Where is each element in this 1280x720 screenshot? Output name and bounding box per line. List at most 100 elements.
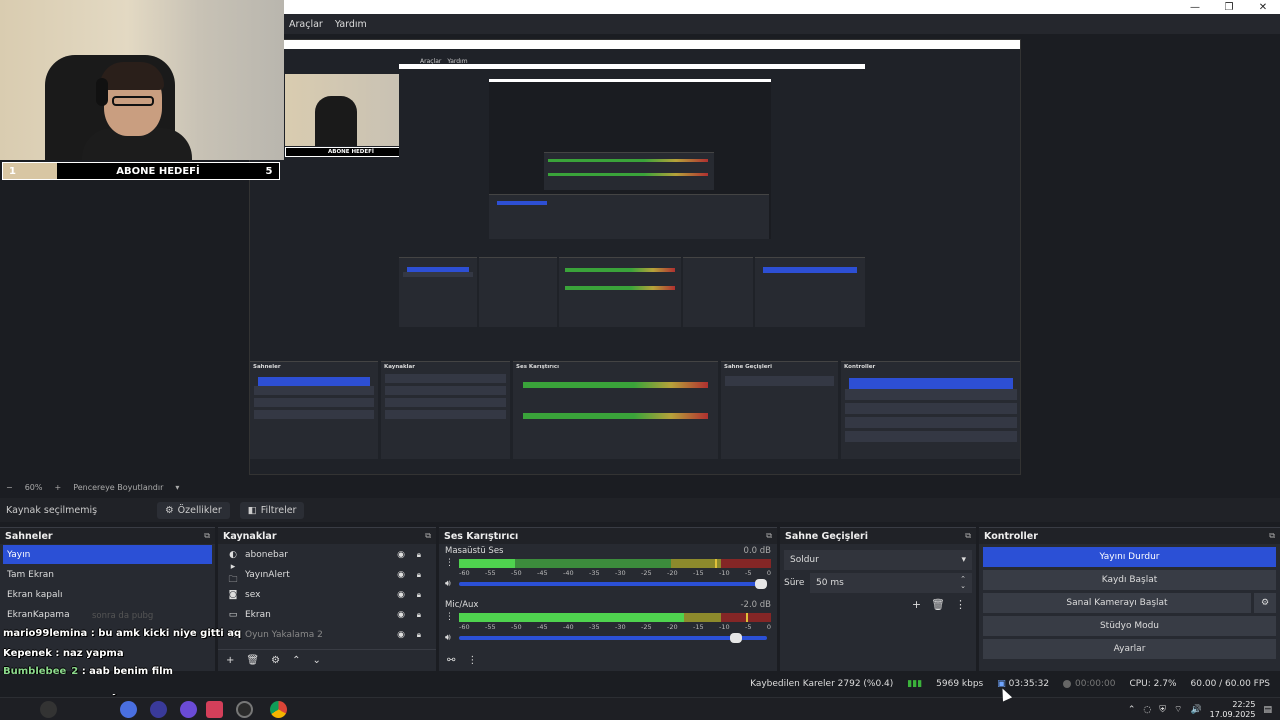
gear-icon[interactable]: ⚙ (271, 655, 280, 666)
meter-tick-label: -15 (693, 623, 704, 631)
meter-tick-label: -35 (589, 623, 600, 631)
source-item[interactable]: ▭ Ekran ◉ 🔒︎ (221, 605, 433, 624)
app-icon[interactable] (150, 701, 167, 718)
transition-select[interactable]: Soldur ▾ (784, 550, 972, 570)
source-item[interactable]: ▸🗀 YayınAlert ◉ 🔒︎ (221, 562, 433, 585)
nested-mixer-dock: Ses Karıştırıcı (513, 361, 718, 459)
volume-slider[interactable] (459, 579, 767, 589)
cpu-usage: CPU: 2.7% (1129, 679, 1177, 689)
nested-transitions-dock: Sahne Geçişleri (721, 361, 838, 459)
nested-scene-row (497, 201, 547, 205)
menu-tools[interactable]: Araçlar (289, 19, 323, 30)
settings-button[interactable]: Ayarlar (983, 639, 1276, 659)
volume-slider-handle[interactable] (730, 633, 743, 643)
lock-icon[interactable]: 🔒︎ (417, 590, 421, 600)
zoom-in-button[interactable]: + (54, 483, 61, 492)
volume-icon[interactable]: 🔊 (1190, 705, 1201, 715)
studio-mode-button[interactable]: Stüdyo Modu (983, 616, 1276, 636)
signal-icon: ▮▮▮ (907, 679, 923, 689)
more-icon[interactable]: ⋮ (445, 558, 454, 568)
fit-to-window-label[interactable]: Pencereye Boyutlandır (73, 483, 163, 492)
more-icon[interactable]: ⋮ (955, 598, 966, 611)
undock-icon[interactable]: ⧉ (425, 531, 431, 541)
menu-help[interactable]: Yardım (335, 19, 367, 30)
zoom-out-button[interactable]: − (6, 483, 13, 492)
source-item[interactable]: ◙ sex ◉ 🔒︎ (221, 585, 433, 604)
start-recording-button[interactable]: Kaydı Başlat (983, 570, 1276, 590)
lock-icon[interactable]: 🔒︎ (417, 570, 421, 580)
goal-current: 1 (3, 163, 57, 179)
window-controls: — ❐ ✕ (1178, 0, 1280, 14)
network-icon[interactable]: ◌ (1143, 705, 1151, 715)
chevron-up-icon[interactable]: ⌃ (292, 655, 300, 666)
properties-label: Özellikler (177, 504, 222, 516)
meter-tick-label: -20 (667, 569, 678, 577)
search-icon[interactable] (40, 701, 57, 718)
windows-taskbar: ⌃ ◌ ⛨ ⌔ 🔊 22:25 17.09.2025 ▤ (0, 697, 1280, 720)
wifi-icon[interactable]: ⌔ (1174, 704, 1182, 715)
eye-icon[interactable]: ◉ (397, 630, 405, 640)
eye-icon[interactable]: ◉ (397, 550, 405, 560)
gear-icon[interactable]: ⚙ (1254, 593, 1276, 613)
channel-db: 0.0 dB (743, 546, 771, 556)
nested-scenes-dock: Sahneler (250, 361, 378, 459)
app-icon[interactable] (120, 701, 137, 718)
close-icon[interactable]: ✕ (1246, 0, 1280, 14)
more-icon[interactable]: ⋮ (445, 612, 454, 622)
source-item[interactable]: ⚇ Oyun Yakalama 2 ◉ 🔒︎ (221, 625, 433, 644)
nested-sources-title: Kaynaklar (384, 364, 415, 370)
scene-item[interactable]: Tam Ekran (3, 565, 212, 584)
lock-icon[interactable]: 🔒︎ (417, 610, 421, 620)
meter-tick-label: -35 (589, 569, 600, 577)
filters-button[interactable]: ◧ Filtreler (239, 501, 305, 519)
meter-tick-label: -20 (667, 623, 678, 631)
trash-icon[interactable]: 🗑 (246, 655, 259, 666)
undock-icon[interactable]: ⧉ (766, 531, 772, 541)
stop-stream-button[interactable]: Yayını Durdur (983, 547, 1276, 567)
speaker-icon[interactable]: 🔊︎ (445, 579, 451, 589)
link-icon[interactable]: ⚯ (447, 655, 455, 666)
lock-icon[interactable]: 🔒︎ (417, 550, 421, 560)
restore-icon[interactable]: ❐ (1212, 0, 1246, 14)
chevron-up-icon[interactable]: ⌃ (1128, 705, 1136, 715)
volume-meter (459, 559, 771, 568)
mixer-header: Ses Karıştırıcı ⧉ (439, 528, 777, 544)
discord-icon[interactable] (180, 701, 197, 718)
chrome-icon[interactable] (270, 701, 287, 718)
duration-stepper[interactable]: 50 ms ⌃ ⌄ (810, 573, 972, 593)
chevron-down-icon[interactable]: ⌄ (312, 655, 320, 666)
properties-button[interactable]: ⚙ Özellikler (157, 501, 230, 519)
notification-icon[interactable]: ▤ (1263, 705, 1272, 715)
add-source-icon[interactable]: + (226, 655, 234, 666)
undock-icon[interactable]: ⧉ (965, 531, 971, 541)
undock-icon[interactable]: ⧉ (204, 531, 210, 541)
volume-slider-handle[interactable] (755, 579, 767, 589)
volume-slider[interactable] (459, 633, 767, 643)
source-name: Ekran (245, 609, 271, 620)
more-icon[interactable]: ⋮ (467, 655, 477, 666)
eye-icon[interactable]: ◉ (397, 570, 405, 580)
app-icon[interactable] (206, 701, 223, 718)
meter-tick-label: -5 (745, 623, 752, 631)
trash-icon[interactable]: 🗑 (931, 598, 945, 611)
speaker-icon[interactable]: 🔊︎ (445, 633, 451, 643)
nested-controls-title: Kontroller (844, 364, 876, 370)
scene-item[interactable]: Ekran kapalı (3, 585, 212, 604)
nested-transitions-dock (683, 257, 753, 327)
shield-icon[interactable]: ⛨ (1159, 705, 1166, 715)
source-item[interactable]: ◐ abonebar ◉ 🔒︎ (221, 545, 433, 564)
stepper-arrows-icon[interactable]: ⌃ ⌄ (960, 576, 966, 590)
source-toolbar: Kaynak seçilmemiş ⚙ Özellikler ◧ Filtrel… (0, 498, 1280, 522)
eye-icon[interactable]: ◉ (397, 610, 405, 620)
start-virtual-camera-button[interactable]: Sanal Kamerayı Başlat (983, 593, 1251, 613)
eye-icon[interactable]: ◉ (397, 590, 405, 600)
undock-icon[interactable]: ⧉ (1269, 531, 1275, 541)
minimize-icon[interactable]: — (1178, 0, 1212, 14)
add-transition-icon[interactable]: + (912, 598, 921, 611)
chevron-down-icon[interactable]: ▾ (175, 483, 179, 492)
clock[interactable]: 22:25 17.09.2025 (1210, 700, 1256, 720)
obs-icon[interactable] (236, 701, 253, 718)
lock-icon[interactable]: 🔒︎ (417, 630, 421, 640)
nested-scene-row (254, 398, 374, 407)
scene-item[interactable]: Yayın (3, 545, 212, 564)
